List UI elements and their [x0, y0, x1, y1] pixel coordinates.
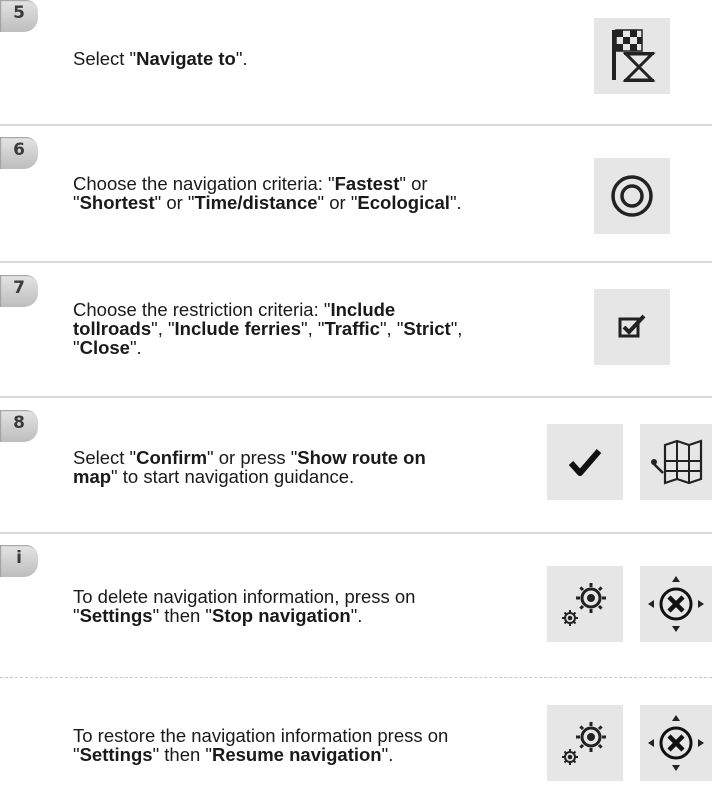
text-run: Select "	[73, 447, 137, 468]
step-badge-6: 6	[0, 137, 38, 169]
text-run: " or	[399, 173, 428, 194]
text-run: " or "	[154, 192, 195, 213]
bold-term: Include ferries	[174, 318, 302, 339]
bold-term: Confirm	[136, 447, 208, 468]
text-run: "	[73, 744, 80, 765]
text-run: To restore the navigation information pr…	[73, 725, 449, 746]
text-run: Choose the restriction criteria: "	[73, 299, 331, 320]
divider	[0, 532, 712, 534]
text-run: ", "	[151, 318, 175, 339]
bold-term: map	[73, 466, 112, 487]
bold-term: Include	[330, 299, 396, 320]
text-run: ".	[449, 192, 462, 213]
divider	[0, 261, 712, 263]
text-run: " then "	[152, 744, 212, 765]
bold-term: Resume navigation	[211, 744, 382, 765]
route-map-icon	[640, 424, 712, 500]
checkbox-icon	[594, 289, 670, 365]
text-run: Select "	[73, 48, 137, 69]
text-run: " or press "	[207, 447, 298, 468]
info-badge: i	[0, 545, 38, 577]
text-run: ", "	[379, 318, 404, 339]
text-run: ".	[381, 744, 394, 765]
text-run: "	[73, 337, 80, 358]
step-5-text: Select "Navigate to".	[73, 49, 248, 68]
bold-term: Shortest	[79, 192, 155, 213]
bold-term: Ecological	[357, 192, 450, 213]
settings-gears-icon	[547, 705, 623, 781]
settings-gears-icon	[547, 566, 623, 642]
dashed-divider	[0, 677, 712, 678]
text-run: ",	[450, 318, 463, 339]
text-run: ".	[350, 605, 363, 626]
text-run: ".	[129, 337, 142, 358]
bold-term: Show route on	[297, 447, 426, 468]
text-run: " then "	[152, 605, 212, 626]
info-text-delete: To delete navigation information, press …	[73, 587, 415, 625]
bold-term: Traffic	[324, 318, 380, 339]
info-text-restore: To restore the navigation information pr…	[73, 726, 448, 764]
bold-term: Time/distance	[194, 192, 318, 213]
text-run: " or "	[317, 192, 358, 213]
text-run: To delete navigation information, press …	[73, 586, 416, 607]
divider	[0, 124, 712, 126]
bold-term: tollroads	[73, 318, 152, 339]
step-7-text: Choose the restriction criteria: "Includ…	[73, 300, 462, 357]
step-6-text: Choose the navigation criteria: "Fastest…	[73, 174, 462, 212]
resume-navigation-icon	[640, 705, 712, 781]
cancel-navigation-icon	[640, 566, 712, 642]
checkmark-icon	[547, 424, 623, 500]
text-run: "	[73, 192, 80, 213]
text-run: " to start navigation guidance.	[111, 466, 355, 487]
bold-term: Fastest	[334, 173, 400, 194]
step-badge-8: 8	[0, 410, 38, 442]
flag-hourglass-icon	[594, 18, 670, 94]
text-run: Choose the navigation criteria: "	[73, 173, 335, 194]
text-run: ".	[235, 48, 248, 69]
bold-term: Settings	[79, 605, 153, 626]
step-badge-5: 5	[0, 0, 38, 32]
step-8-text: Select "Confirm" or press "Show route on…	[73, 448, 426, 486]
bold-term: Close	[79, 337, 130, 358]
bold-term: Settings	[79, 744, 153, 765]
text-run: ", "	[301, 318, 325, 339]
target-circle-icon	[594, 158, 670, 234]
bold-term: Strict	[403, 318, 451, 339]
bold-term: Navigate to	[136, 48, 236, 69]
text-run: "	[73, 605, 80, 626]
step-badge-7: 7	[0, 275, 38, 307]
bold-term: Stop navigation	[211, 605, 351, 626]
divider	[0, 396, 712, 398]
